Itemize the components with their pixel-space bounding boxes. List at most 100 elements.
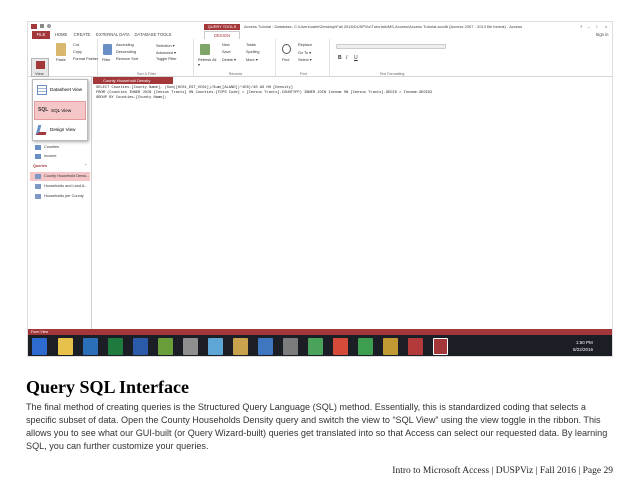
copy-button[interactable]: Copy xyxy=(73,50,82,54)
help-button[interactable]: ? xyxy=(580,24,582,29)
view-button[interactable]: View xyxy=(31,58,49,77)
taskbar-date: 8/22/2016 xyxy=(573,347,594,352)
tab-database-tools[interactable]: DATABASE TOOLS xyxy=(133,31,173,39)
app-icon[interactable] xyxy=(183,338,198,355)
tab-home[interactable]: HOME xyxy=(52,31,70,39)
menu-item-sql-view[interactable]: SQL SQL View xyxy=(34,101,86,120)
context-tab-label: QUERY TOOLS xyxy=(204,24,240,30)
replace-button[interactable]: Replace xyxy=(298,43,312,47)
menu-item-label: SQL View xyxy=(51,108,72,113)
tab-design[interactable]: DESIGN xyxy=(204,31,240,39)
query-icon xyxy=(35,193,41,199)
ribbon: Paste Cut Copy Format Painter Filter Asc… xyxy=(28,39,612,77)
menu-item-label: Datasheet View xyxy=(50,87,83,92)
bold-button[interactable]: B xyxy=(338,55,342,61)
section-heading: Query SQL Interface xyxy=(26,377,189,397)
design-view-icon xyxy=(35,125,49,135)
app-icon[interactable] xyxy=(308,338,323,355)
app-icon[interactable] xyxy=(383,338,398,355)
view-icon xyxy=(36,61,45,69)
document-tab[interactable]: County Household Density xyxy=(93,77,173,84)
paste-icon[interactable] xyxy=(56,43,66,56)
file-explorer-icon[interactable] xyxy=(58,338,73,355)
minimize-button[interactable]: – xyxy=(588,24,590,29)
app-icon[interactable] xyxy=(158,338,173,355)
nav-queries-header[interactable]: Queries ⌃ xyxy=(30,162,90,171)
new-record-button[interactable]: New xyxy=(222,43,230,47)
app-icon[interactable] xyxy=(283,338,298,355)
ribbon-tabs: FILE HOME CREATE EXTERNAL DATA DATABASE … xyxy=(28,31,612,39)
collapse-chevron-icon: ⌃ xyxy=(83,164,87,168)
format-painter-button[interactable]: Format Painter xyxy=(73,57,98,61)
menu-item-datasheet-view[interactable]: Datasheet View xyxy=(34,81,86,100)
nav-table-counties[interactable]: Counties xyxy=(30,143,90,152)
access-taskbar-icon[interactable] xyxy=(433,338,448,355)
go-to-button[interactable]: Go To ▾ xyxy=(298,50,311,55)
document-tab-label: County Household Density xyxy=(103,78,151,83)
selection-button[interactable]: Selection ▾ xyxy=(156,43,175,48)
sql-icon: SQL xyxy=(38,107,49,113)
toggle-filter-button[interactable]: Toggle Filter xyxy=(156,57,177,61)
sql-line: FROM (Counties INNER JOIN [Census Tracts… xyxy=(96,91,433,95)
ascending-button[interactable]: Ascending xyxy=(116,43,134,47)
maximize-button[interactable]: □ xyxy=(596,24,598,29)
nav-query-households-per-county[interactable]: Households per County xyxy=(30,192,90,201)
find-label: Find xyxy=(300,72,307,76)
query-icon xyxy=(35,183,41,189)
tab-create[interactable]: CREATE xyxy=(71,31,93,39)
select-button[interactable]: Select ▾ xyxy=(298,57,312,62)
nav-query-households-land[interactable]: Households and Land A... xyxy=(30,182,90,191)
window-title: Access Tutorial : Database- C:\Users\ual… xyxy=(244,24,523,29)
find-icon[interactable] xyxy=(282,44,291,54)
undo-icon[interactable] xyxy=(47,24,51,28)
refresh-icon[interactable] xyxy=(200,44,210,55)
save-icon[interactable] xyxy=(40,24,44,28)
nav-item-label: Households and Land A... xyxy=(44,184,88,188)
nav-query-county-household-density[interactable]: County Household Densi... xyxy=(30,172,90,181)
descending-button[interactable]: Descending xyxy=(116,50,136,54)
app-icon[interactable] xyxy=(233,338,248,355)
paste-button[interactable]: Paste xyxy=(56,58,66,62)
app-icon[interactable] xyxy=(333,338,348,355)
totals-button[interactable]: Totals xyxy=(246,43,256,47)
spotify-icon[interactable] xyxy=(358,338,373,355)
nav-item-label: Counties xyxy=(44,145,59,149)
close-button[interactable]: × xyxy=(605,24,607,29)
body-paragraph: The final method of creating queries is … xyxy=(26,402,608,451)
records-group: Refresh All ▾ New Save Delete ▾ Totals S… xyxy=(196,39,276,77)
tab-file[interactable]: FILE xyxy=(32,31,50,39)
menu-item-label: Design View xyxy=(50,127,76,132)
records-label: Records xyxy=(228,72,243,76)
sql-line: GROUP BY Counties.[County Name]; xyxy=(96,96,167,100)
advanced-button[interactable]: Advanced ▾ xyxy=(156,50,176,55)
tab-external-data[interactable]: EXTERNAL DATA xyxy=(94,31,132,39)
queries-header-label: Queries xyxy=(33,164,48,168)
underline-button[interactable]: U xyxy=(354,55,358,61)
start-icon[interactable] xyxy=(32,338,47,355)
delete-record-button[interactable]: Delete ▾ xyxy=(222,57,236,62)
word-icon[interactable] xyxy=(133,338,148,355)
spelling-button[interactable]: Spelling xyxy=(246,50,260,54)
sign-in-link[interactable]: Sign in xyxy=(592,31,612,39)
filter-button[interactable]: Filter xyxy=(102,58,110,62)
save-record-button[interactable]: Save xyxy=(222,50,231,54)
acrobat-icon[interactable] xyxy=(408,338,423,355)
cut-button[interactable]: Cut xyxy=(73,43,79,47)
ie-icon[interactable] xyxy=(83,338,98,355)
table-icon xyxy=(35,144,41,150)
nav-table-income[interactable]: Income xyxy=(30,152,90,161)
app-icon[interactable] xyxy=(208,338,223,355)
refresh-all-button[interactable]: Refresh All ▾ xyxy=(198,58,218,68)
menu-item-design-view[interactable]: Design View xyxy=(34,121,86,140)
excel-icon[interactable] xyxy=(108,338,123,355)
remove-sort-button[interactable]: Remove Sort xyxy=(116,57,138,61)
chrome-icon[interactable] xyxy=(258,338,273,355)
italic-button[interactable]: I xyxy=(346,55,347,61)
sort-filter-label: Sort & Filter xyxy=(137,72,156,76)
font-selector[interactable] xyxy=(336,44,446,49)
sql-editor[interactable]: SELECT Counties.[County Name], (Sum([HC0… xyxy=(93,84,612,329)
more-button[interactable]: More ▾ xyxy=(246,57,258,62)
view-button-label: View xyxy=(35,71,44,76)
filter-icon[interactable] xyxy=(103,44,112,55)
find-button[interactable]: Find xyxy=(282,58,289,62)
